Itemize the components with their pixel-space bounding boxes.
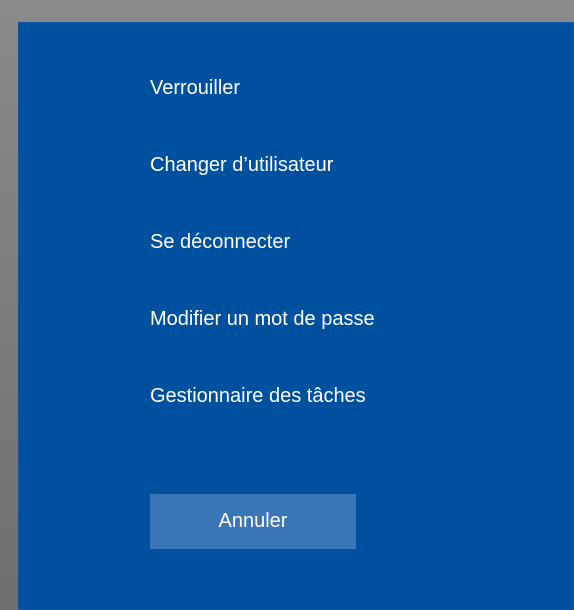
menu-item-task-manager[interactable]: Gestionnaire des tâches (150, 384, 375, 408)
window-frame: Verrouiller Changer d’utilisateur Se déc… (0, 0, 574, 610)
security-options-panel: Verrouiller Changer d’utilisateur Se déc… (18, 22, 574, 610)
menu-item-sign-out[interactable]: Se déconnecter (150, 230, 375, 254)
menu-item-switch-user[interactable]: Changer d’utilisateur (150, 153, 375, 177)
security-options-menu: Verrouiller Changer d’utilisateur Se déc… (150, 76, 375, 461)
cancel-button[interactable]: Annuler (150, 494, 356, 549)
menu-item-change-password[interactable]: Modifier un mot de passe (150, 307, 375, 331)
menu-item-lock[interactable]: Verrouiller (150, 76, 375, 100)
